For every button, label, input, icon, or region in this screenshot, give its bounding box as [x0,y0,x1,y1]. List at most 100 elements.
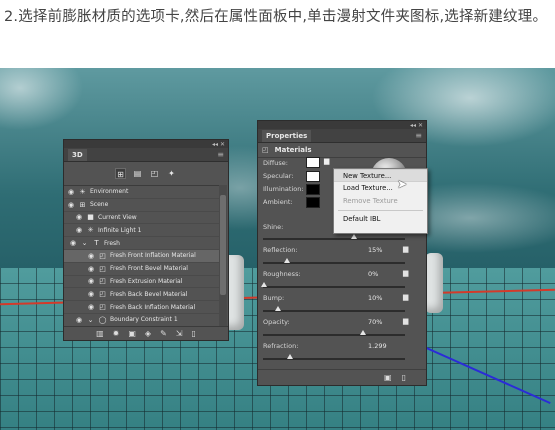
eye-icon[interactable]: ◉ [84,277,98,285]
bump-label: Bump: [263,294,285,302]
mesh-filter-icon[interactable]: ▤ [132,168,143,179]
eye-icon[interactable]: ◉ [72,226,86,234]
panel-3d-bottom-toolbar: ▥ ✹ ▣ ◈ ✎ ⇲ ▯ [64,326,228,340]
light-icon: ✳ [87,226,94,235]
collapse-icon[interactable]: ◂◂ ✕ [212,141,225,148]
eye-icon[interactable]: ◉ [84,252,98,260]
menu-item-default-ibl[interactable]: Default IBL [334,213,427,226]
instruction-text: 2.选择前膨胀材质的选项卡,然后在属性面板中,单击漫射文件夹图标,选择新建纹理。 [4,9,548,25]
slider-knob[interactable] [351,234,357,239]
properties-panel: ◂◂ ✕ Properties ≡ ◰ Materials Diffuse: ▆… [257,120,427,386]
layer-fresh[interactable]: ◉ ⌄ T Fresh [64,237,220,250]
eye-icon[interactable]: ◉ [72,213,86,221]
diffuse-folder-icon[interactable]: ▆ [324,157,329,165]
refraction-value[interactable]: 1.299 [368,342,387,350]
roughness-slider[interactable] [261,282,405,288]
add-light-icon[interactable]: ✹ [113,329,120,338]
slider-knob[interactable] [284,258,290,263]
expand-chevron-icon[interactable]: ⌄ [80,239,89,247]
ambient-color-swatch[interactable] [306,197,320,208]
menu-item-load-texture[interactable]: Load Texture... [334,182,427,195]
panel-menu-icon[interactable]: ≡ [415,131,422,140]
bump-value[interactable]: 10% [368,294,382,302]
slider-knob[interactable] [360,330,366,335]
slider-knob[interactable] [287,354,293,359]
layer-scene[interactable]: ◉ ⊞ Scene [64,199,220,212]
mesh-icon[interactable]: ◈ [145,329,151,338]
eye-icon[interactable]: ◉ [64,201,78,209]
opacity-folder-icon[interactable]: ▆ [403,317,408,325]
reflection-folder-icon[interactable]: ▆ [403,245,408,253]
slider-knob[interactable] [261,282,267,287]
layer-front-inflation-material[interactable]: ◉ ◰ Fresh Front Inflation Material [64,249,220,263]
panel-collapse-bar[interactable]: ◂◂ ✕ [258,121,426,129]
material-icon: ◰ [99,264,106,273]
reflection-value[interactable]: 15% [368,246,382,254]
specular-color-swatch[interactable] [306,171,320,182]
slider-knob[interactable] [275,306,281,311]
constraint-icon: ◯ [98,315,107,324]
layer-extrusion-material[interactable]: ◉ ◰ Fresh Extrusion Material [64,276,220,289]
merge-icon[interactable]: ⇲ [176,329,183,338]
scene-layer-list: ◉ ☀ Environment ◉ ⊞ Scene ◉ ■ Current Vi… [64,185,220,327]
render-icon[interactable]: ▥ [96,329,104,338]
layer-label: Fresh Front Bevel Material [110,265,188,273]
tab-properties[interactable]: Properties [262,129,312,142]
delete-icon[interactable]: ▯ [402,373,406,382]
layer-front-bevel-material[interactable]: ◉ ◰ Fresh Front Bevel Material [64,263,220,276]
bump-slider[interactable] [263,306,405,312]
layer-label: Fresh Back Bevel Material [110,290,188,298]
eye-icon[interactable]: ◉ [84,303,98,311]
constraint-icon[interactable]: ✎ [160,329,167,338]
collapse-icon[interactable]: ◂◂ ✕ [410,122,423,129]
panel-title-row: 3D ≡ [64,148,228,162]
layer-label: Environment [90,188,129,196]
material-icon: ◰ [99,303,106,312]
panel-menu-icon[interactable]: ≡ [217,150,224,159]
expand-chevron-icon[interactable]: ⌄ [86,316,95,324]
layer-label: Infinite Light 1 [98,226,142,234]
eye-icon[interactable]: ◉ [84,290,98,298]
roughness-value[interactable]: 0% [368,270,378,278]
section-title: Materials [274,146,312,154]
tab-3d[interactable]: 3D [68,148,87,161]
roughness-folder-icon[interactable]: ▆ [403,269,408,277]
bump-folder-icon[interactable]: ▆ [403,293,408,301]
opacity-slider[interactable] [263,330,405,336]
reflection-slider[interactable] [263,258,405,264]
refraction-slider[interactable] [263,354,405,360]
delete-icon[interactable]: ▯ [191,329,195,338]
layer-back-inflation-material[interactable]: ◉ ◰ Fresh Back Inflation Material [64,301,220,314]
opacity-value[interactable]: 70% [368,318,382,326]
diffuse-color-swatch[interactable] [306,157,320,168]
layer-label: Fresh Back Inflation Material [110,303,196,311]
scene-filter-icon[interactable]: ⊞ [115,167,126,179]
layer-current-view[interactable]: ◉ ■ Current View [64,212,220,225]
illumination-label: Illumination: [263,185,304,193]
eye-icon[interactable]: ◉ [66,239,80,247]
shine-slider[interactable] [263,234,405,240]
render-icon[interactable]: ▣ [384,373,392,382]
light-filter-icon[interactable]: ✦ [166,168,177,179]
panel-collapse-bar[interactable]: ◂◂ ✕ [64,140,228,148]
panel-3d: ◂◂ ✕ 3D ≡ ⊞ ▤ ◰ ✦ ◉ ☀ Environment ◉ ⊞ Sc… [63,139,229,341]
extruded-text-object [425,253,443,313]
ambient-label: Ambient: [263,198,293,206]
reflection-label: Reflection: [263,246,298,254]
layer-back-bevel-material[interactable]: ◉ ◰ Fresh Back Bevel Material [64,288,220,302]
layer-boundary-constraint[interactable]: ◉ ⌄ ◯ Boundary Constraint 1 [64,314,220,327]
layer-environment[interactable]: ◉ ☀ Environment [64,186,220,199]
filter-toolbar: ⊞ ▤ ◰ ✦ [64,162,228,184]
layer-list-scrollbar[interactable] [219,185,227,326]
ground-plane-icon[interactable]: ▣ [128,329,136,338]
eye-icon[interactable]: ◉ [84,265,98,273]
eye-icon[interactable]: ◉ [64,188,78,196]
scrollbar-thumb[interactable] [220,195,226,295]
materials-header: ◰ Materials [258,143,426,158]
panel-title-row: Properties ≡ [258,129,426,143]
illumination-color-swatch[interactable] [306,184,320,195]
eye-icon[interactable]: ◉ [72,316,86,324]
layer-infinite-light[interactable]: ◉ ✳ Infinite Light 1 [64,224,220,238]
menu-item-new-texture[interactable]: New Texture... [334,169,427,182]
material-filter-icon[interactable]: ◰ [149,168,160,179]
